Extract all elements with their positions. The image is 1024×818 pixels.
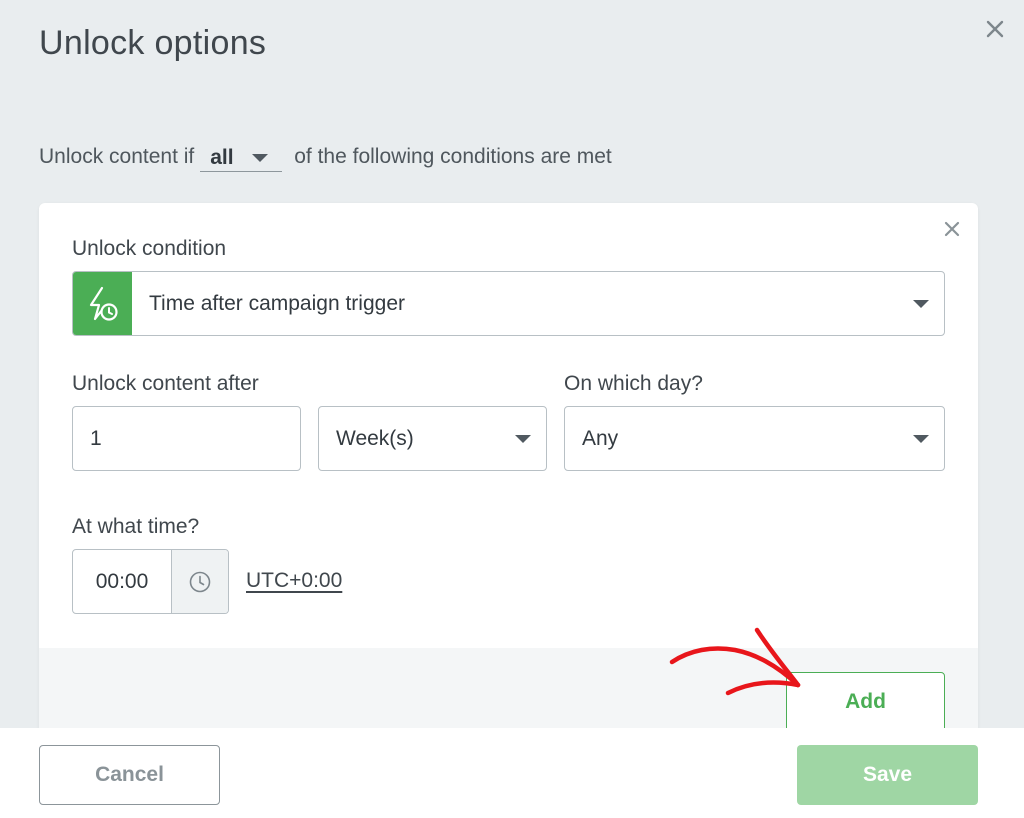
unlock-condition-label: Unlock condition	[72, 237, 227, 260]
modal-close-icon[interactable]	[986, 20, 1004, 43]
save-button[interactable]: Save	[797, 745, 978, 805]
delay-unit-value: Week(s)	[336, 426, 414, 450]
clock-icon	[189, 571, 211, 592]
lightning-clock-icon	[73, 272, 132, 335]
clock-button[interactable]	[172, 550, 228, 613]
delay-amount-input[interactable]: 1	[72, 406, 301, 471]
delay-amount-value: 1	[90, 426, 102, 450]
condition-card: Unlock condition Time after campaign tri…	[39, 203, 978, 743]
match-mode-select[interactable]: all	[200, 144, 283, 172]
day-value: Any	[582, 426, 619, 450]
rule-suffix: of the following conditions are met	[294, 145, 612, 168]
chevron-down-icon	[515, 435, 531, 443]
unlock-condition-select[interactable]: Time after campaign trigger	[72, 271, 945, 336]
time-picker[interactable]: 00:00	[72, 549, 229, 614]
chevron-down-icon	[913, 300, 929, 308]
match-mode-value: all	[210, 145, 234, 169]
modal-title: Unlock options	[39, 24, 267, 62]
add-condition-button[interactable]: Add	[786, 672, 945, 732]
time-label: At what time?	[72, 515, 200, 538]
timezone-link[interactable]: UTC+0:00	[246, 569, 342, 593]
cancel-button[interactable]: Cancel	[39, 745, 220, 805]
remove-condition-icon[interactable]	[944, 221, 960, 242]
rule-prefix: Unlock content if	[39, 145, 195, 168]
delay-unit-select[interactable]: Week(s)	[318, 406, 547, 471]
day-label: On which day?	[564, 372, 703, 395]
match-rule-row: Unlock content if all of the following c…	[39, 143, 612, 172]
delay-label: Unlock content after	[72, 372, 259, 395]
chevron-down-icon	[913, 435, 929, 443]
modal-footer: Cancel Save	[0, 728, 1024, 818]
time-input[interactable]: 00:00	[73, 550, 172, 613]
chevron-down-icon	[252, 154, 269, 162]
day-select[interactable]: Any	[564, 406, 945, 471]
unlock-options-modal: Unlock options Unlock content if all of …	[0, 0, 1024, 743]
